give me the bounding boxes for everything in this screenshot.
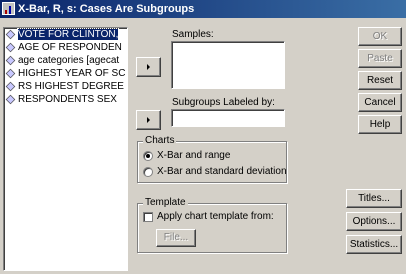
xbar-sd-radio[interactable] [143,167,153,177]
apply-template-checkbox[interactable] [143,212,153,222]
title-bar: X-Bar, R, s: Cases Are Subgroups [0,0,406,18]
subgroups-field[interactable] [171,109,285,127]
scale-variable-icon [5,42,16,53]
file-button[interactable]: File... [156,229,196,247]
variable-item[interactable]: RESPONDENTS SEX [4,93,127,106]
xbar-range-radio[interactable] [143,151,153,161]
paste-button[interactable]: Paste [358,49,402,68]
options-button[interactable]: Options... [346,212,402,231]
scale-variable-icon [5,29,16,40]
variable-list[interactable]: VOTE FOR CLINTON, AGE OF RESPONDEN age c… [3,27,128,271]
template-group-title: Template [143,197,188,208]
titles-button[interactable]: Titles... [346,189,402,208]
cancel-button[interactable]: Cancel [358,93,402,112]
apply-template-label: Apply chart template from: [157,211,274,222]
chart-app-icon [2,2,15,15]
arrow-right-icon [147,117,150,123]
statistics-button[interactable]: Statistics... [346,235,402,254]
reset-button[interactable]: Reset [358,71,402,90]
variable-item[interactable]: age categories [agecat [4,54,127,67]
ok-button[interactable]: OK [358,27,402,46]
arrow-right-icon [147,64,150,70]
scale-variable-icon [5,68,16,79]
help-button[interactable]: Help [358,115,402,134]
subgroups-label: Subgroups Labeled by: [172,97,275,108]
xbar-range-label: X-Bar and range [157,150,231,161]
variable-item[interactable]: AGE OF RESPONDEN [4,41,127,54]
window-title: X-Bar, R, s: Cases Are Subgroups [18,3,195,15]
samples-list[interactable] [171,41,285,89]
variable-item[interactable]: VOTE FOR CLINTON, [4,28,127,41]
scale-variable-icon [5,55,16,66]
charts-group-title: Charts [143,135,177,146]
variable-item[interactable]: HIGHEST YEAR OF SC [4,67,127,80]
scale-variable-icon [5,94,16,105]
move-to-samples-button[interactable] [136,57,161,77]
scale-variable-icon [5,81,16,92]
xbar-sd-label: X-Bar and standard deviation [157,166,287,177]
variable-item[interactable]: RS HIGHEST DEGREE [4,80,127,93]
move-to-subgroups-button[interactable] [136,110,161,130]
samples-label: Samples: [172,29,214,40]
